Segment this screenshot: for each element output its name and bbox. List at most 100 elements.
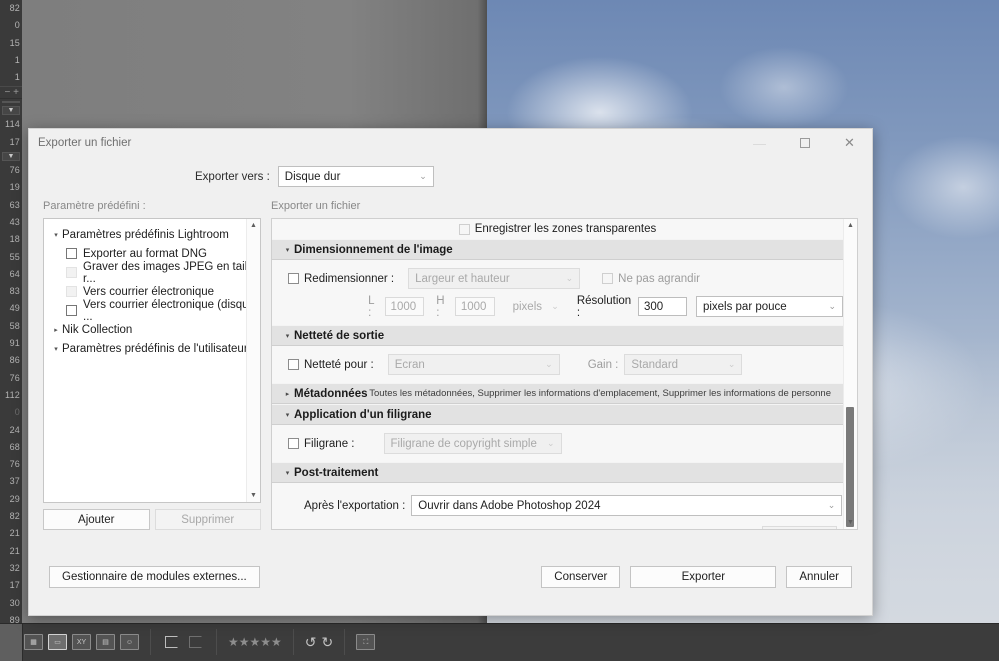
checkbox[interactable] [66, 305, 77, 316]
export-button[interactable]: Exporter [630, 566, 777, 588]
survey-view-icon[interactable]: ▤ [96, 634, 115, 650]
tree-item-user-presets[interactable]: ▾ Paramètres prédéfinis de l'utilisateur [44, 339, 260, 358]
plugin-manager-button[interactable]: Gestionnaire de modules externes... [49, 566, 260, 588]
resolution-unit-select[interactable]: pixels par pouce ⌄ [695, 296, 843, 317]
view-modes-group: ▦ ▭ XY ▤ ☺ [24, 629, 151, 655]
crop-overlay-icon[interactable]: ⛶ [356, 634, 376, 650]
chevron-down-icon[interactable]: ▾ [281, 246, 294, 254]
rail-value: 43 [9, 216, 20, 227]
rail-value: 76 [9, 165, 20, 176]
checkbox[interactable] [288, 359, 299, 370]
chevron-down-icon[interactable]: ▾ [281, 469, 294, 477]
transparent-areas-row: Enregistrer les zones transparentes [272, 219, 843, 239]
tree-item-nik-collection[interactable]: ▸ Nik Collection [44, 320, 260, 339]
rail-dropdown-icon[interactable]: ▼ [2, 152, 20, 162]
flag-pick-icon[interactable] [162, 634, 181, 650]
compare-view-icon[interactable]: XY [72, 634, 91, 650]
minimize-button[interactable]: — [737, 129, 782, 157]
add-preset-button[interactable]: Ajouter [43, 509, 150, 530]
after-export-select[interactable]: Ouvrir dans Adobe Photoshop 2024 ⌄ [411, 495, 843, 516]
choose-application-button[interactable]: Sélectionner... [762, 526, 837, 529]
amount-select[interactable]: Standard ⌄ [624, 354, 743, 375]
preset-tree-scrollbar[interactable]: ▲ ▼ [246, 219, 260, 502]
scroll-up-arrow-icon[interactable]: ▲ [247, 219, 260, 232]
section-output-sharpening-body: Netteté pour : Ecran ⌄ Gain : Standard ⌄ [272, 346, 843, 383]
section-image-sizing-header[interactable]: ▾ Dimensionnement de l'image [272, 239, 843, 260]
checkbox[interactable] [66, 248, 77, 259]
scrollbar-thumb[interactable] [846, 407, 854, 527]
checkbox[interactable] [66, 267, 77, 278]
tree-item-label: Paramètres prédéfinis Lightroom [62, 228, 229, 241]
dialog-body: Exporter vers : Disque dur ⌄ Paramètre p… [29, 157, 872, 553]
loupe-view-icon[interactable]: ▭ [48, 634, 67, 650]
tree-item-to-email-disk[interactable]: Vers courrier électronique (disque ... [44, 298, 260, 323]
checkbox[interactable] [602, 273, 614, 284]
chevron-down-icon[interactable]: ▾ [50, 345, 62, 353]
scroll-up-arrow-icon[interactable]: ▲ [844, 219, 857, 232]
resolution-unit-value: pixels par pouce [702, 300, 787, 313]
chevron-down-icon: ⌄ [546, 438, 555, 448]
rail-value: 58 [9, 320, 20, 331]
rail-value: 15 [9, 37, 20, 48]
rail-value: 29 [9, 493, 20, 504]
section-title: Application d'un filigrane [294, 408, 432, 421]
filmstrip-thumbnail[interactable] [0, 624, 23, 661]
watermark-select[interactable]: Filigrane de copyright simple ⌄ [383, 433, 562, 454]
height-input[interactable]: 1000 [454, 297, 495, 316]
tree-item-label: Vers courrier électronique (disque ... [83, 298, 255, 323]
unit-value: pixels [512, 300, 543, 313]
rail-value: 68 [9, 441, 20, 452]
preset-tree[interactable]: ▾ Paramètres prédéfinis Lightroom Export… [43, 218, 261, 503]
settings-scrollbar[interactable]: ▲ ▼ [843, 219, 857, 529]
chevron-right-icon[interactable]: ▸ [50, 326, 62, 334]
sharpen-target-select[interactable]: Ecran ⌄ [387, 354, 560, 375]
application-row: Application : Choisir une application...… [272, 525, 843, 529]
unit-select[interactable]: pixels ⌄ [507, 296, 565, 317]
checkbox[interactable] [66, 286, 77, 297]
rail-value: 83 [9, 286, 20, 297]
view-toolbar: ▦ ▭ XY ▤ ☺ ★★★★★ ↺ ↻ ⛶ [24, 629, 386, 655]
tree-item-lightroom-presets[interactable]: ▾ Paramètres prédéfinis Lightroom [44, 225, 260, 244]
rail-dropdown-icon[interactable]: ▼ [2, 106, 20, 116]
flag-reject-icon[interactable] [186, 634, 205, 650]
chevron-down-icon: ⌄ [827, 500, 836, 510]
scroll-down-arrow-icon[interactable]: ▼ [844, 516, 857, 529]
rail-separator-plus-icon[interactable]: − + [0, 86, 22, 100]
rail-value: 91 [9, 338, 20, 349]
checkbox[interactable] [288, 438, 299, 449]
dialog-footer: Gestionnaire de modules externes... Cons… [29, 553, 872, 615]
resize-mode-select[interactable]: Largeur et hauteur ⌄ [408, 268, 581, 289]
rotate-left-icon[interactable]: ↺ [305, 635, 317, 649]
cancel-button[interactable]: Annuler [786, 566, 852, 588]
tree-item-burn-jpeg[interactable]: Graver des images JPEG en taille r... [44, 260, 260, 285]
rating-stars-group[interactable]: ★★★★★ [217, 629, 294, 655]
settings-caption: Exporter un fichier [271, 200, 361, 212]
close-button[interactable]: ✕ [827, 129, 872, 157]
rotate-right-icon[interactable]: ↻ [322, 635, 334, 649]
tree-item-label: Graver des images JPEG en taille r... [83, 260, 257, 285]
rating-stars[interactable]: ★★★★★ [228, 636, 282, 648]
keep-button[interactable]: Conserver [541, 566, 621, 588]
chevron-down-icon[interactable]: ▾ [281, 332, 294, 340]
preset-tree-items: ▾ Paramètres prédéfinis Lightroom Export… [44, 219, 260, 358]
scroll-down-arrow-icon[interactable]: ▼ [247, 489, 260, 502]
chevron-right-icon[interactable]: ▸ [281, 390, 294, 398]
section-metadata-header[interactable]: ▸ Métadonnées Toutes les métadonnées, Su… [272, 383, 843, 404]
chevron-down-icon[interactable]: ▾ [281, 411, 294, 419]
chevron-down-icon[interactable]: ▾ [50, 231, 62, 239]
resolution-input[interactable]: 300 [637, 297, 687, 316]
section-post-processing-header[interactable]: ▾ Post-traitement [272, 462, 843, 483]
checkbox[interactable] [288, 273, 299, 284]
flags-group [151, 629, 217, 655]
export-to-select[interactable]: Disque dur ⌄ [277, 166, 434, 187]
checkbox[interactable] [458, 223, 470, 235]
section-output-sharpening-header[interactable]: ▾ Netteté de sortie [272, 325, 843, 346]
dialog-title-bar: Exporter un fichier — ✕ [29, 129, 872, 157]
footer-actions: Conserver Exporter Annuler [541, 566, 852, 588]
maximize-button[interactable] [782, 129, 827, 157]
width-input[interactable]: 1000 [384, 297, 425, 316]
grid-view-icon[interactable]: ▦ [24, 634, 43, 650]
rail-value: 82 [9, 3, 20, 13]
section-watermark-header[interactable]: ▾ Application d'un filigrane [272, 404, 843, 425]
people-view-icon[interactable]: ☺ [120, 634, 139, 650]
